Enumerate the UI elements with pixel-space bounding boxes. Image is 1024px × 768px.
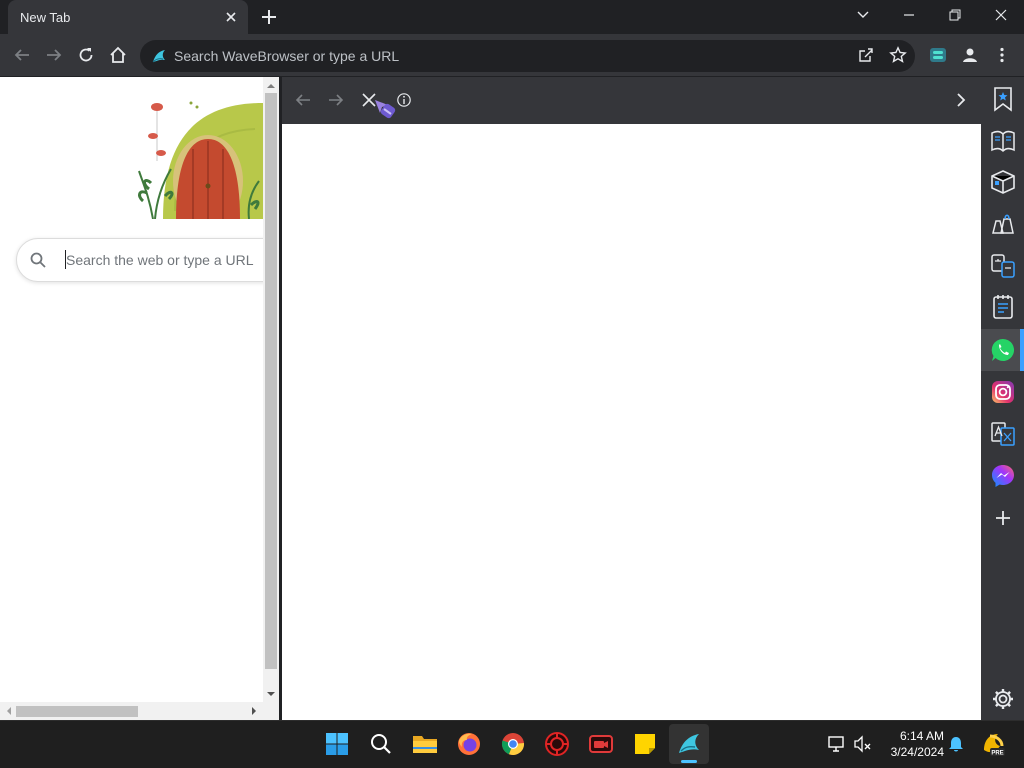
- translate-icon: [991, 422, 1015, 446]
- clock-time[interactable]: 6:14 AM: [884, 729, 944, 743]
- scroll-right-arrow-icon[interactable]: [249, 706, 259, 716]
- search-icon: [29, 251, 47, 269]
- taskbar-sticky-notes[interactable]: [629, 728, 661, 760]
- forward-button[interactable]: [42, 44, 66, 66]
- volume-muted-icon[interactable]: [853, 735, 873, 753]
- side-panel-content: [282, 124, 981, 720]
- panel-collapse-chevron-icon[interactable]: [951, 90, 971, 110]
- translate-app-icon: [991, 254, 1015, 278]
- share-icon[interactable]: [854, 44, 878, 66]
- sidebar-active-indicator: [1020, 329, 1024, 371]
- panel-forward-icon[interactable]: [326, 90, 346, 110]
- bookmark-star-icon[interactable]: [886, 44, 910, 66]
- folder-icon: [413, 736, 437, 753]
- instagram-icon: [992, 381, 1014, 403]
- scroll-left-arrow-icon[interactable]: [4, 706, 14, 716]
- sidebar-item-instagram[interactable]: [988, 377, 1018, 407]
- new-tab-button[interactable]: [260, 8, 278, 26]
- taskbar-search-button[interactable]: [365, 728, 397, 760]
- tab-new-tab[interactable]: New Tab: [8, 0, 248, 34]
- address-bar-placeholder: Search WaveBrowser or type a URL: [174, 48, 400, 64]
- messenger-icon: [992, 465, 1014, 487]
- sticky-notes-icon: [635, 734, 655, 754]
- network-icon[interactable]: [827, 735, 847, 753]
- firefox-icon: [458, 733, 480, 755]
- target-app-icon: [545, 732, 569, 756]
- taskbar-file-explorer[interactable]: [409, 728, 441, 760]
- new-tab-page: [0, 77, 263, 720]
- reload-button[interactable]: [74, 44, 98, 66]
- minimize-button[interactable]: [886, 0, 932, 30]
- taskbar-active-app-indicator: [681, 760, 697, 763]
- clock-date[interactable]: 3/24/2024: [884, 745, 944, 759]
- package-icon: [991, 170, 1015, 194]
- copilot-pre-icon[interactable]: PRE: [980, 730, 1006, 758]
- chrome-icon: [501, 733, 525, 755]
- notes-icon: [993, 295, 1013, 319]
- wavebrowser-logo-icon: [150, 47, 168, 65]
- info-icon[interactable]: [396, 92, 412, 108]
- sidebar-item-reading[interactable]: [988, 126, 1018, 156]
- bookmark-icon: [994, 87, 1012, 112]
- tab-close-icon[interactable]: [223, 9, 239, 25]
- taskbar-firefox[interactable]: [453, 728, 485, 760]
- tab-search-chevron-icon[interactable]: [840, 0, 886, 30]
- search-icon: [371, 734, 391, 754]
- sidebar-item-translate-app[interactable]: [988, 251, 1018, 281]
- panel-back-icon[interactable]: [293, 90, 313, 110]
- sidebar-item-translate[interactable]: [988, 419, 1018, 449]
- book-icon: [991, 130, 1015, 153]
- scroll-up-arrow-icon[interactable]: [266, 81, 276, 91]
- sidebar-settings-button[interactable]: [988, 684, 1018, 714]
- newtab-search-placeholder: Search the web or type a URL: [66, 252, 254, 268]
- home-button[interactable]: [106, 44, 130, 66]
- back-button[interactable]: [10, 44, 34, 66]
- sidebar-item-notes[interactable]: [988, 292, 1018, 322]
- sidebar-item-package[interactable]: [988, 167, 1018, 197]
- vertical-scroll-thumb[interactable]: [265, 93, 277, 669]
- add-icon: [996, 511, 1010, 525]
- sidebar-item-whatsapp[interactable]: [988, 335, 1018, 365]
- sidebar-item-shopping[interactable]: [988, 209, 1018, 239]
- whatsapp-icon: [991, 338, 1015, 361]
- horizontal-scroll-thumb[interactable]: [16, 706, 138, 717]
- notification-bell-icon[interactable]: [947, 735, 965, 753]
- hobbit-door-illustration: [135, 101, 263, 219]
- svg-text:PRE: PRE: [991, 751, 1003, 757]
- wavebrowser-icon: [679, 734, 699, 753]
- start-button[interactable]: [321, 728, 353, 760]
- menu-kebab-icon[interactable]: [990, 44, 1014, 66]
- taskbar-wavebrowser[interactable]: [673, 728, 705, 760]
- video-camera-icon: [589, 735, 613, 753]
- extension-puzzle-cursor-icon: [372, 96, 398, 122]
- sidebar-item-bookmarks[interactable]: [988, 84, 1018, 114]
- profile-icon[interactable]: [958, 44, 982, 66]
- taskbar-camera-app[interactable]: [585, 728, 617, 760]
- tab-title: New Tab: [20, 10, 71, 25]
- sidebar-item-messenger[interactable]: [988, 461, 1018, 491]
- restore-button[interactable]: [932, 0, 978, 30]
- scroll-down-arrow-icon[interactable]: [266, 689, 276, 699]
- taskbar-red-app[interactable]: [541, 728, 573, 760]
- sidebar-add-button[interactable]: [988, 503, 1018, 533]
- close-window-button[interactable]: [978, 0, 1024, 30]
- shopping-icon: [992, 214, 1014, 234]
- taskbar-chrome[interactable]: [497, 728, 529, 760]
- extension-icon[interactable]: [926, 44, 950, 66]
- settings-icon: [993, 689, 1013, 709]
- windows-start-icon: [326, 733, 348, 755]
